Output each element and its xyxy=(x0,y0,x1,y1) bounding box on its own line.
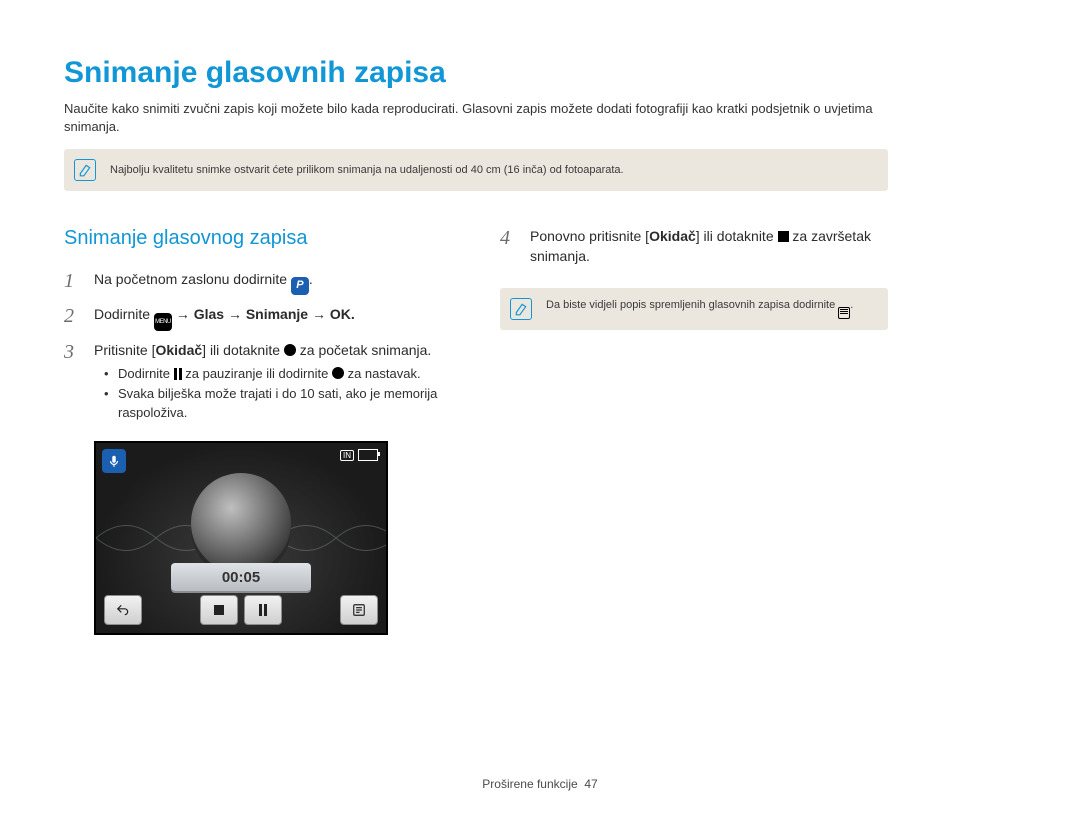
tip-text-1: Najbolju kvalitetu snimke ostvarit ćete … xyxy=(110,164,624,176)
step-number: 4 xyxy=(500,227,516,249)
stop-square-icon xyxy=(778,231,789,242)
tip-box-2: Da biste vidjeli popis spremljenih glaso… xyxy=(500,288,888,330)
ok-icon: OK xyxy=(330,306,351,322)
step4-bold: Okidač xyxy=(649,228,696,244)
step-body: Na početnom zaslonu dodirnite P. xyxy=(94,270,313,295)
step-3: 3 Pritisnite [Okidač] ili dotaknite za p… xyxy=(64,341,452,425)
list-icon xyxy=(838,307,850,319)
step-1: 1 Na početnom zaslonu dodirnite P. xyxy=(64,270,452,295)
intro-text: Naučite kako snimiti zvučni zapis koji m… xyxy=(64,100,888,135)
page-footer: Proširene funkcije 47 xyxy=(0,777,1080,791)
record-dot-icon xyxy=(284,344,296,356)
step3-text-b: ] ili dotaknite xyxy=(202,342,284,358)
microphone-graphic: 00:05 xyxy=(181,473,301,573)
storage-indicator: IN xyxy=(340,450,354,461)
pause-button[interactable] xyxy=(244,595,282,625)
step3-bold: Okidač xyxy=(155,342,202,358)
footer-section: Proširene funkcije xyxy=(482,777,577,791)
pause-icon xyxy=(174,368,182,380)
step2-path: → Glas → Snimanje → xyxy=(176,306,330,322)
battery-icon xyxy=(358,449,378,461)
record-dot-icon xyxy=(332,367,344,379)
page-content: Snimanje glasovnih zapisa Naučite kako s… xyxy=(0,0,952,659)
step-number: 3 xyxy=(64,341,80,363)
bullet1-c: za nastavak. xyxy=(344,366,421,381)
right-column: 4 Ponovno pritisnite [Okidač] ili dotakn… xyxy=(500,227,888,635)
tip-text-2: Da biste vidjeli popis spremljenih glaso… xyxy=(546,299,853,319)
section-heading: Snimanje glasovnog zapisa xyxy=(64,227,452,250)
note-icon xyxy=(74,159,96,181)
footer-page-number: 47 xyxy=(584,777,597,791)
step2-text-a: Dodirnite xyxy=(94,306,154,322)
back-button[interactable] xyxy=(104,595,142,625)
left-column: Snimanje glasovnog zapisa 1 Na početnom … xyxy=(64,227,452,635)
step-2: 2 Dodirnite MENU → Glas → Snimanje → OK. xyxy=(64,305,452,331)
stop-button[interactable] xyxy=(200,595,238,625)
recordings-list-button[interactable] xyxy=(340,595,378,625)
bullet1-b: za pauziranje ili dodirnite xyxy=(182,366,332,381)
step3-text-a: Pritisnite [ xyxy=(94,342,155,358)
mic-badge-icon xyxy=(102,449,126,473)
menu-icon: MENU xyxy=(154,313,172,331)
bullet1-a: Dodirnite xyxy=(118,366,174,381)
timer-display: 00:05 xyxy=(171,563,311,591)
step-4: 4 Ponovno pritisnite [Okidač] ili dotakn… xyxy=(500,227,888,266)
step3-bullets: Dodirnite za pauziranje ili dodirnite za… xyxy=(94,365,452,424)
recorder-screenshot: IN 00:05 xyxy=(94,441,388,635)
step-body: Pritisnite [Okidač] ili dotaknite za poč… xyxy=(94,341,452,425)
step-number: 1 xyxy=(64,270,80,292)
step1-text: Na početnom zaslonu dodirnite xyxy=(94,271,291,287)
recorder-toolbar xyxy=(104,595,378,625)
tip-box-1: Najbolju kvalitetu snimke ostvarit ćete … xyxy=(64,149,888,191)
step4-text-b: ] ili dotaknite xyxy=(696,228,778,244)
step-body: Ponovno pritisnite [Okidač] ili dotaknit… xyxy=(530,227,888,266)
status-bar: IN xyxy=(340,449,378,461)
tip2-text: Da biste vidjeli popis spremljenih glaso… xyxy=(546,299,838,311)
step-body: Dodirnite MENU → Glas → Snimanje → OK. xyxy=(94,305,355,331)
note-icon xyxy=(510,298,532,320)
step4-text-a: Ponovno pritisnite [ xyxy=(530,228,649,244)
page-title: Snimanje glasovnih zapisa xyxy=(64,56,888,90)
step3-text-c: za početak snimanja. xyxy=(296,342,431,358)
home-p-icon: P xyxy=(291,277,309,295)
two-column-layout: Snimanje glasovnog zapisa 1 Na početnom … xyxy=(64,227,888,635)
step-number: 2 xyxy=(64,305,80,327)
bullet-1: Dodirnite za pauziranje ili dodirnite za… xyxy=(108,365,452,384)
bullet-2: Svaka bilješka može trajati i do 10 sati… xyxy=(108,385,452,423)
